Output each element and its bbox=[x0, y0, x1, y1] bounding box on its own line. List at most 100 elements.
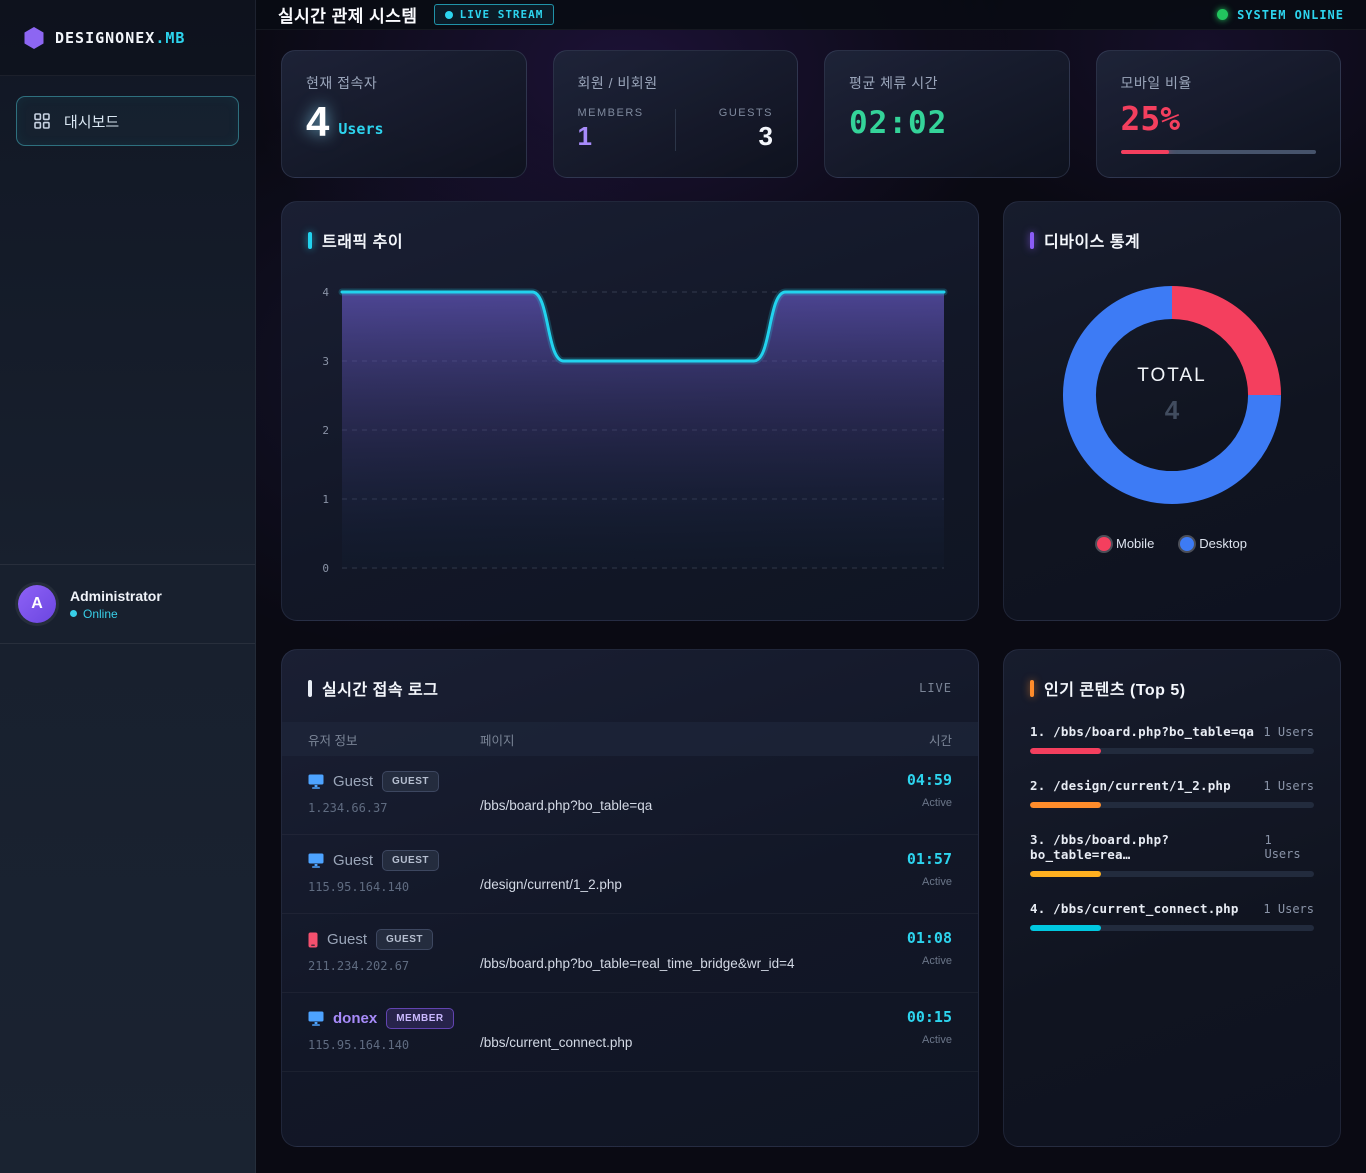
guest-badge: GUEST bbox=[376, 929, 433, 950]
log-user-cell: Guest GUEST 115.95.164.140 bbox=[308, 850, 480, 913]
sidebar-user-profile[interactable]: A Administrator Online bbox=[0, 564, 255, 644]
legend-item-desktop: Desktop bbox=[1180, 536, 1247, 551]
mobile-phone-icon bbox=[308, 932, 318, 948]
popular-bar-fill bbox=[1030, 871, 1101, 877]
desktop-icon bbox=[308, 1011, 324, 1026]
popular-users: 1 Users bbox=[1263, 779, 1314, 793]
stats-row: 현재 접속자 4 Users 회원 / 비회원 MEMBERS 1 bbox=[281, 50, 1341, 178]
donut-total-value: 4 bbox=[1165, 395, 1179, 426]
desktop-icon bbox=[308, 853, 324, 868]
log-user-name: Guest bbox=[333, 852, 373, 869]
mobile-ratio-value: 25% bbox=[1121, 99, 1317, 138]
legend-label: Mobile bbox=[1116, 536, 1154, 551]
log-page-cell: /bbs/current_connect.php bbox=[480, 1008, 872, 1071]
access-log-panel: 실시간 접속 로그 LIVE 유저 정보 페이지 시간 bbox=[281, 649, 979, 1147]
sidebar-item-dashboard[interactable]: 대시보드 bbox=[16, 96, 239, 146]
avg-time-value: 02:02 bbox=[849, 105, 1045, 141]
log-time: 04:59 bbox=[872, 771, 952, 789]
main-area: 실시간 관제 시스템 LIVE STREAM SYSTEM ONLINE 현재 … bbox=[256, 0, 1366, 1173]
column-page: 페이지 bbox=[480, 730, 872, 749]
stat-card-avg-time: 평균 체류 시간 02:02 bbox=[824, 50, 1070, 178]
log-time-cell: 01:08 Active bbox=[872, 929, 952, 992]
legend-item-mobile: Mobile bbox=[1097, 536, 1154, 551]
donut-total-label: TOTAL bbox=[1137, 365, 1206, 387]
log-page-cell: /design/current/1_2.php bbox=[480, 850, 872, 913]
log-user-cell: Guest GUEST 211.234.202.67 bbox=[308, 929, 480, 992]
popular-users: 1 Users bbox=[1263, 902, 1314, 916]
stat-label: 회원 / 비회원 bbox=[578, 73, 774, 93]
guest-badge: GUEST bbox=[382, 850, 439, 871]
mobile-legend-dot-icon bbox=[1097, 537, 1111, 551]
device-donut-chart: TOTAL 4 bbox=[1055, 278, 1289, 512]
page-title: 실시간 관제 시스템 bbox=[278, 2, 418, 27]
device-panel: 디바이스 통계 TOTAL 4 Mobile bbox=[1003, 201, 1341, 621]
guests-col: GUESTS 3 bbox=[682, 107, 773, 149]
divider bbox=[675, 109, 676, 151]
log-time: 01:08 bbox=[872, 929, 952, 947]
online-dot-icon bbox=[70, 610, 77, 617]
column-time: 시간 bbox=[872, 730, 952, 749]
log-row: donex MEMBER 115.95.164.140 /bbs/current… bbox=[282, 993, 978, 1072]
svg-text:3: 3 bbox=[322, 355, 329, 368]
sidebar-item-label: 대시보드 bbox=[64, 111, 119, 132]
column-user-info: 유저 정보 bbox=[308, 730, 480, 749]
member-badge: MEMBER bbox=[386, 1008, 453, 1029]
log-time-cell: 00:15 Active bbox=[872, 1008, 952, 1071]
popular-item: 3. /bbs/board.php?bo_table=rea… 1 Users bbox=[1030, 832, 1314, 877]
desktop-legend-dot-icon bbox=[1180, 537, 1194, 551]
log-status: Active bbox=[872, 1034, 952, 1046]
device-panel-header: 디바이스 통계 bbox=[1004, 202, 1340, 252]
panels-grid: 트래픽 추이 43210 bbox=[281, 201, 1341, 1147]
log-time: 01:57 bbox=[872, 850, 952, 868]
popular-users: 1 Users bbox=[1264, 833, 1314, 861]
top-header: 실시간 관제 시스템 LIVE STREAM SYSTEM ONLINE bbox=[256, 0, 1366, 30]
stat-label: 현재 접속자 bbox=[306, 73, 502, 93]
log-time: 00:15 bbox=[872, 1008, 952, 1026]
stat-card-current-users: 현재 접속자 4 Users bbox=[281, 50, 527, 178]
log-row: Guest GUEST 211.234.202.67 /bbs/board.ph… bbox=[282, 914, 978, 993]
popular-list: 1. /bbs/board.php?bo_table=qa 1 Users 2.… bbox=[1004, 700, 1340, 931]
log-status: Active bbox=[872, 876, 952, 888]
mobile-ratio-track bbox=[1121, 150, 1317, 154]
legend-label: Desktop bbox=[1199, 536, 1247, 551]
user-name: Administrator bbox=[70, 588, 162, 604]
avatar: A bbox=[18, 585, 56, 623]
stat-label: 모바일 비율 bbox=[1121, 73, 1317, 93]
current-users-unit: Users bbox=[338, 120, 383, 143]
popular-users: 1 Users bbox=[1263, 725, 1314, 739]
stat-card-mobile-ratio: 모바일 비율 25% bbox=[1096, 50, 1342, 178]
log-user-cell: Guest GUEST 1.234.66.37 bbox=[308, 771, 480, 834]
log-page-cell: /bbs/board.php?bo_table=real_time_bridge… bbox=[480, 929, 872, 992]
popular-path: 2. /design/current/1_2.php bbox=[1030, 778, 1231, 793]
accent-bar-icon bbox=[1030, 232, 1034, 249]
system-status-label: SYSTEM ONLINE bbox=[1237, 8, 1344, 22]
log-user-cell: donex MEMBER 115.95.164.140 bbox=[308, 1008, 480, 1071]
live-dot-icon bbox=[445, 11, 453, 19]
log-time-cell: 01:57 Active bbox=[872, 850, 952, 913]
traffic-title: 트래픽 추이 bbox=[322, 228, 403, 252]
svg-text:2: 2 bbox=[322, 424, 329, 437]
popular-path: 3. /bbs/board.php?bo_table=rea… bbox=[1030, 832, 1264, 862]
popular-bar-fill bbox=[1030, 925, 1101, 931]
user-status: Online bbox=[70, 607, 162, 621]
guests-value: 3 bbox=[682, 123, 773, 149]
log-user-ip: 115.95.164.140 bbox=[308, 1038, 480, 1052]
popular-item: 1. /bbs/board.php?bo_table=qa 1 Users bbox=[1030, 724, 1314, 754]
traffic-panel: 트래픽 추이 43210 bbox=[281, 201, 979, 621]
members-guests-row: MEMBERS 1 GUESTS 3 bbox=[578, 107, 774, 151]
popular-title: 인기 콘텐츠 (Top 5) bbox=[1044, 676, 1186, 700]
popular-path: 4. /bbs/current_connect.php bbox=[1030, 901, 1239, 916]
popular-bar-track bbox=[1030, 802, 1314, 808]
popular-bar-fill bbox=[1030, 748, 1101, 754]
popular-content-panel: 인기 콘텐츠 (Top 5) 1. /bbs/board.php?bo_tabl… bbox=[1003, 649, 1341, 1147]
svg-text:1: 1 bbox=[322, 493, 329, 506]
log-title: 실시간 접속 로그 bbox=[322, 676, 438, 700]
log-table-header: 유저 정보 페이지 시간 bbox=[282, 722, 978, 756]
sidebar-nav: 대시보드 bbox=[0, 76, 255, 564]
brand-suffix: .MB bbox=[155, 29, 185, 47]
traffic-panel-header: 트래픽 추이 bbox=[282, 202, 978, 252]
donut-center: TOTAL 4 bbox=[1055, 278, 1289, 512]
popular-panel-header: 인기 콘텐츠 (Top 5) bbox=[1004, 650, 1340, 700]
donut-legend: Mobile Desktop bbox=[1004, 536, 1340, 551]
guest-badge: GUEST bbox=[382, 771, 439, 792]
